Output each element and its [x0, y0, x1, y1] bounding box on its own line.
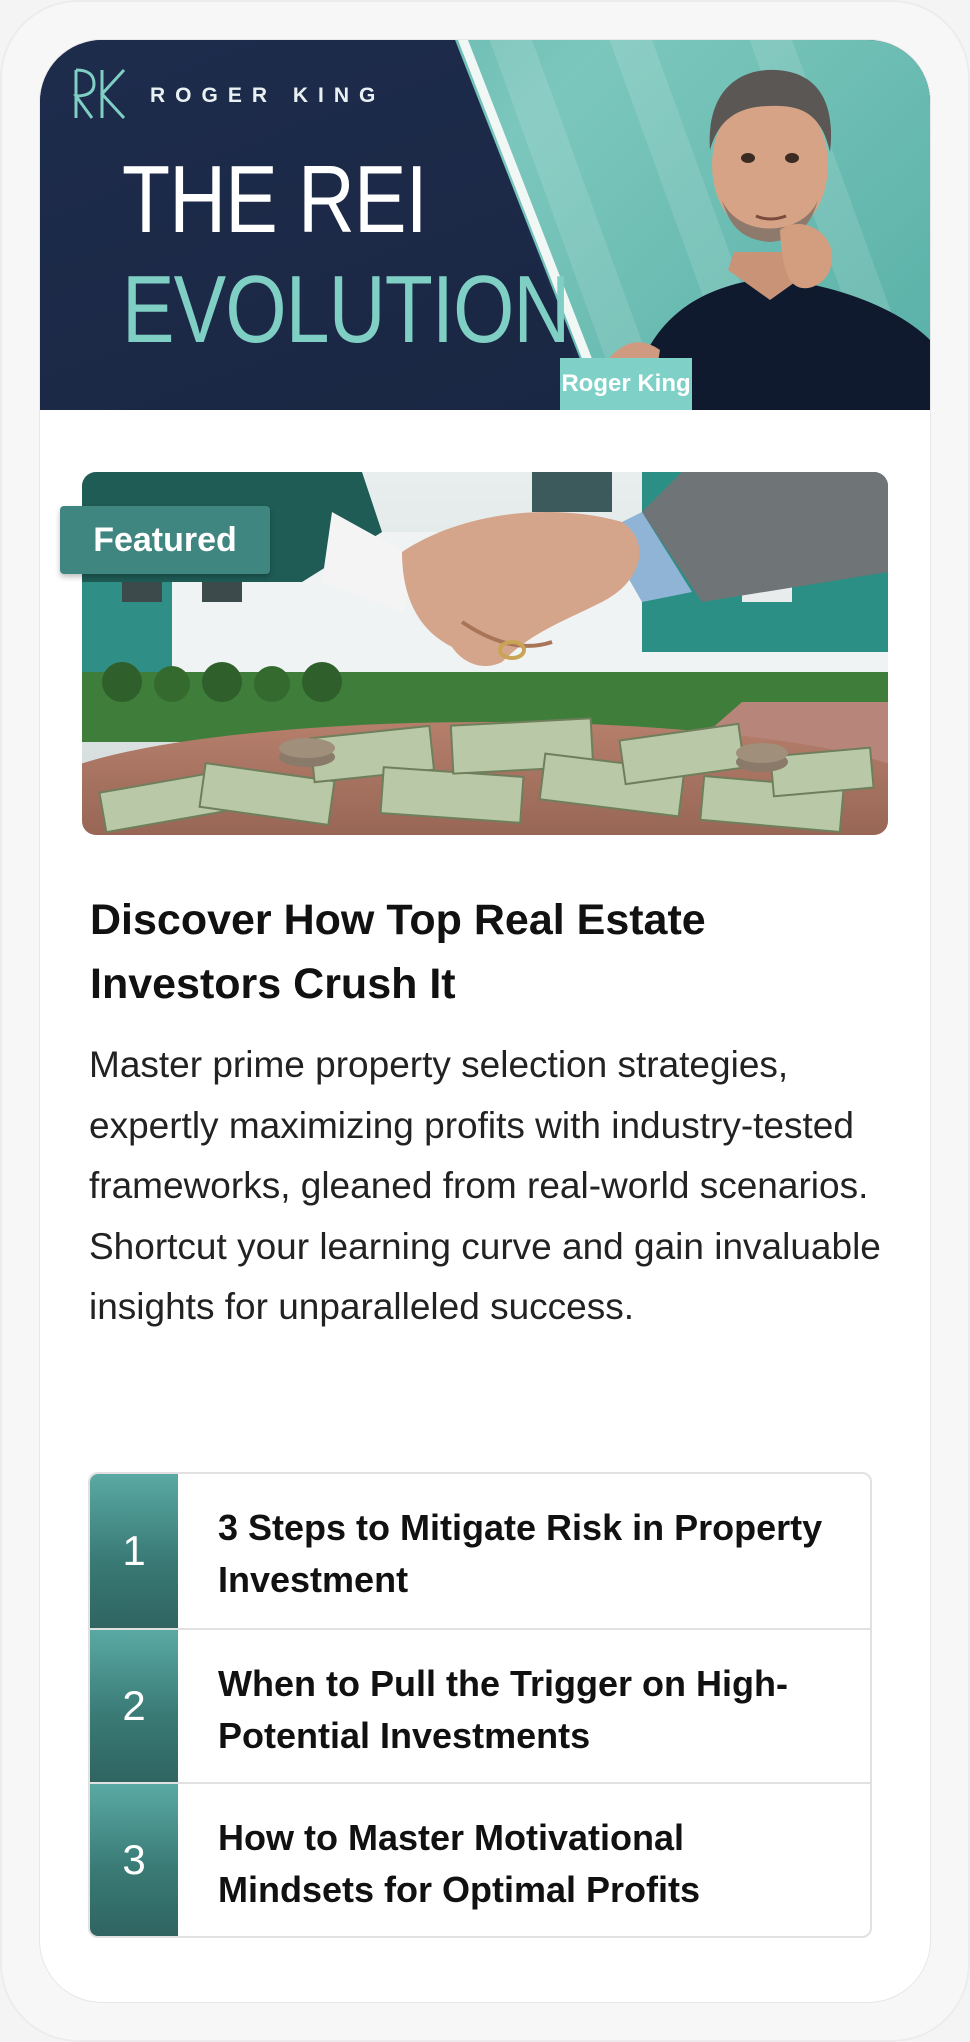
list-item[interactable]: 1 3 Steps to Mitigate Risk in Property I… — [90, 1474, 870, 1628]
step-number: 2 — [90, 1630, 178, 1782]
step-title: How to Master Motivational Mindsets for … — [218, 1817, 701, 1910]
list-item[interactable]: 2 When to Pull the Trigger on High-Poten… — [90, 1628, 870, 1782]
rk-logo-icon — [73, 68, 126, 120]
featured-badge: Featured — [60, 506, 270, 574]
step-number: 3 — [90, 1784, 178, 1936]
presenter-portrait-icon — [610, 69, 930, 410]
article-body: Master prime property selection strategi… — [89, 1044, 881, 1327]
list-item[interactable]: 3 How to Master Motivational Mindsets fo… — [90, 1782, 870, 1936]
banner-title-line2: EVOLUTION — [122, 256, 570, 363]
article-headline[interactable]: Discover How Top Real Estate Investors C… — [90, 888, 880, 1016]
banner-title-line1: THE REI — [122, 146, 428, 253]
phone-frame: ROGER KING THE REI EVOLUTION Roger King — [0, 0, 970, 2042]
screen: ROGER KING THE REI EVOLUTION Roger King — [40, 40, 930, 2002]
header-banner: ROGER KING THE REI EVOLUTION Roger King — [40, 40, 930, 410]
step-number: 1 — [90, 1474, 178, 1628]
presenter-name-tag: Roger King — [560, 358, 692, 410]
step-title: When to Pull the Trigger on High-Potenti… — [218, 1663, 788, 1756]
steps-list: 1 3 Steps to Mitigate Risk in Property I… — [88, 1472, 872, 1938]
step-title: 3 Steps to Mitigate Risk in Property Inv… — [218, 1507, 823, 1600]
brand-wordmark: ROGER KING — [150, 84, 386, 107]
